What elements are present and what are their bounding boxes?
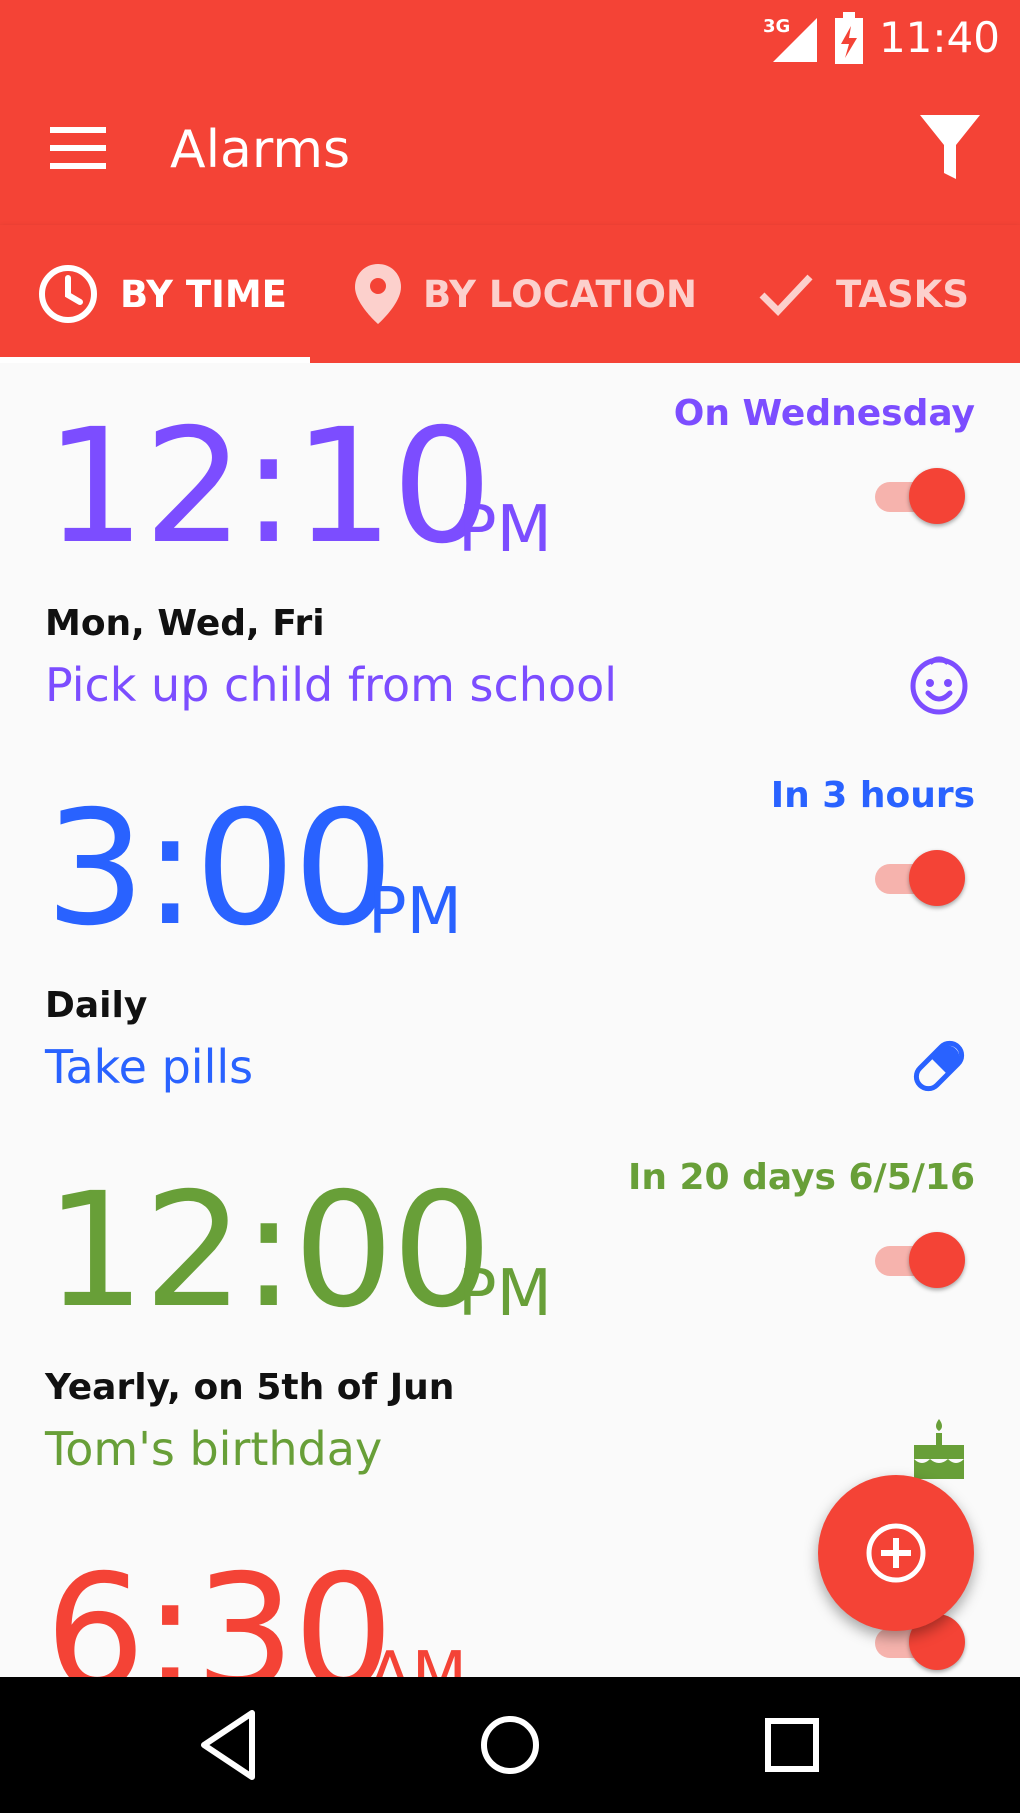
tab-tasks[interactable]: TASKS — [758, 225, 969, 363]
alarm-repeat: Mon, Wed, Fri — [45, 603, 325, 644]
app-bar: Alarms — [0, 75, 1020, 225]
pill-icon — [913, 1040, 965, 1092]
alarm-time: 6:30 — [45, 1541, 394, 1677]
app-title: Alarms — [170, 120, 351, 180]
next-occurrence-label: On Wednesday — [673, 393, 975, 434]
status-time: 11:40 — [878, 13, 1000, 62]
tab-by-location[interactable]: BY LOCATION — [355, 225, 697, 363]
network-type: 3G — [763, 16, 790, 37]
next-occurrence-label: In 20 days 6/5/16 — [627, 1157, 975, 1198]
signal-icon: 3G — [763, 16, 817, 62]
tab-bar: BY TIME BY LOCATION TASKS — [0, 225, 1020, 363]
alarm-ampm: PM — [458, 1257, 552, 1331]
home-icon[interactable] — [470, 1705, 550, 1785]
alarm-label: Pick up child from school — [45, 658, 618, 712]
checkmark-icon — [759, 274, 813, 317]
alarm-repeat: Daily — [45, 985, 148, 1026]
alarm-toggle[interactable] — [869, 850, 965, 906]
tab-label: BY LOCATION — [423, 272, 697, 316]
tab-by-time[interactable]: BY TIME — [38, 225, 287, 363]
alarm-repeat: Yearly, on 5th of Jun — [45, 1367, 455, 1408]
alarm-ampm: AM — [368, 1639, 467, 1677]
battery-icon — [834, 11, 863, 64]
alarm-time: 12:10 — [45, 395, 492, 579]
back-icon[interactable] — [190, 1705, 270, 1785]
alarm-ampm: PM — [368, 875, 462, 949]
clock-icon — [39, 265, 97, 323]
alarm-label: Tom's birthday — [45, 1422, 383, 1476]
alarm-ampm: PM — [458, 493, 552, 567]
alarm-label: Take pills — [45, 1040, 254, 1094]
child-face-icon — [910, 656, 968, 715]
add-alarm-button[interactable] — [818, 1475, 974, 1631]
menu-icon[interactable] — [50, 125, 106, 171]
alarm-card[interactable]: In 20 days 6/5/16 12:00 PM Yearly, on 5t… — [0, 1127, 1020, 1512]
next-occurrence-label: In 3 hours — [770, 775, 975, 816]
alarm-time: 3:00 — [45, 777, 394, 961]
birthday-cake-icon — [914, 1419, 964, 1479]
tab-label: BY TIME — [120, 272, 287, 316]
add-circle-icon — [866, 1523, 926, 1583]
navigation-bar — [0, 1677, 1020, 1813]
recent-apps-icon[interactable] — [752, 1705, 832, 1785]
status-bar: 3G 11:40 — [0, 0, 1020, 75]
tab-label: TASKS — [836, 272, 969, 316]
alarm-toggle[interactable] — [869, 468, 965, 524]
alarm-card[interactable]: In 3 hours 3:00 PM Daily Take pills — [0, 745, 1020, 1130]
alarm-toggle[interactable] — [869, 1232, 965, 1288]
alarm-card[interactable]: On Wednesday 12:10 PM Mon, Wed, Fri Pick… — [0, 363, 1020, 748]
location-pin-icon — [355, 264, 401, 324]
filter-icon[interactable] — [920, 115, 980, 179]
alarm-time: 12:00 — [45, 1159, 492, 1343]
